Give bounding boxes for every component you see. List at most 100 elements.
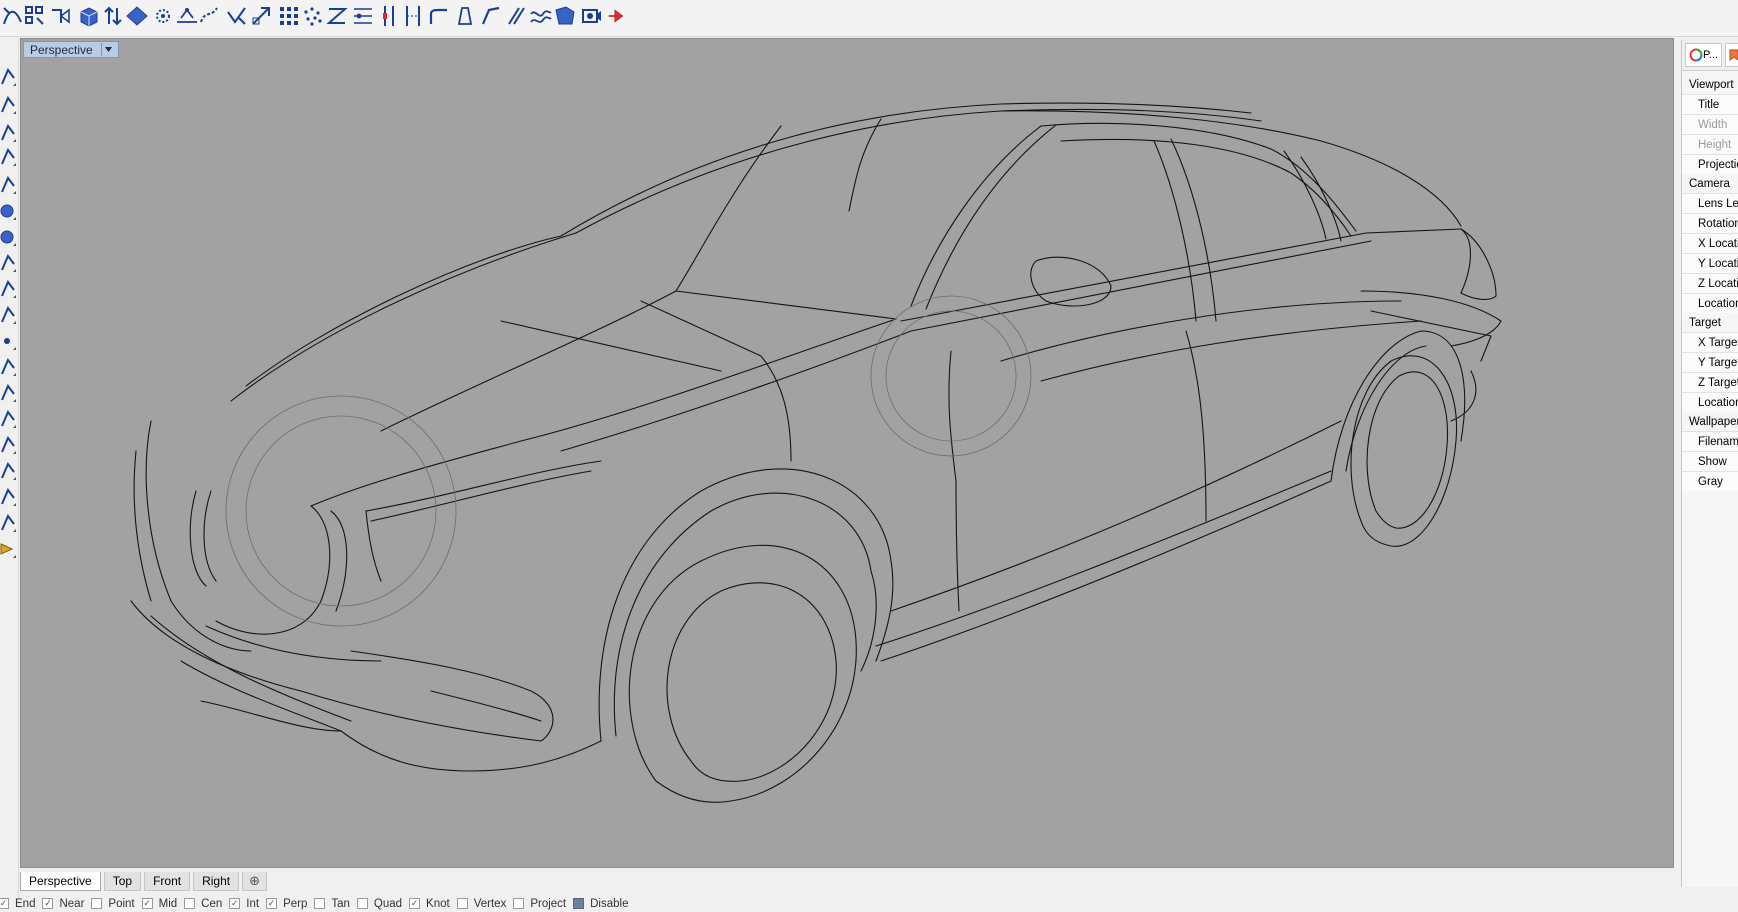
sphere-icon[interactable] — [0, 200, 16, 222]
fillet-icon[interactable] — [426, 3, 452, 29]
osnap-cen[interactable]: Cen — [184, 898, 222, 910]
arc-blend-icon[interactable] — [324, 3, 350, 29]
property-row[interactable]: Y Location — [1682, 253, 1738, 273]
trim-icon[interactable] — [224, 3, 250, 29]
layers-tab[interactable] — [1725, 43, 1738, 67]
property-row[interactable]: Title — [1682, 94, 1738, 114]
analyze-direction-icon[interactable] — [48, 3, 74, 29]
tab-right[interactable]: Right — [193, 872, 240, 891]
osnap-checkbox[interactable] — [184, 898, 196, 909]
sweep2-icon[interactable] — [504, 3, 530, 29]
osnap-checkbox[interactable] — [573, 898, 585, 909]
property-row[interactable]: X Target — [1682, 332, 1738, 352]
property-row[interactable]: Location — [1682, 392, 1738, 412]
patch-icon[interactable] — [552, 3, 578, 29]
point-icon[interactable] — [0, 66, 16, 88]
osnap-project[interactable]: Project — [513, 898, 566, 910]
osnap-label: Cen — [201, 897, 223, 910]
viewport-title-label[interactable]: Perspective — [23, 41, 119, 58]
align-icon[interactable] — [350, 3, 376, 29]
network-surface-icon[interactable] — [528, 3, 554, 29]
osnap-checkbox[interactable]: ✓ — [0, 898, 9, 909]
osnap-checkbox[interactable]: ✓ — [141, 898, 153, 909]
osnap-checkbox[interactable]: ✓ — [42, 898, 54, 909]
move-extrude-icon[interactable] — [100, 3, 126, 29]
loft-icon[interactable] — [452, 3, 478, 29]
osnap-mid[interactable]: ✓ Mid — [141, 898, 177, 910]
section-wallpaper[interactable]: Wallpaper — [1682, 412, 1738, 431]
box-solid-icon[interactable] — [76, 3, 102, 29]
dot-icon[interactable] — [0, 330, 16, 352]
properties-tab[interactable]: P... — [1685, 43, 1723, 67]
snap-icon[interactable] — [0, 486, 16, 508]
curve-icon[interactable] — [0, 174, 16, 196]
camera-target-icon[interactable] — [578, 3, 604, 29]
osnap-int[interactable]: ✓ Int — [229, 898, 259, 910]
join-icon[interactable] — [0, 408, 16, 430]
split-icon[interactable] — [0, 382, 16, 404]
osnap-checkbox[interactable] — [314, 898, 326, 909]
cone-icon[interactable] — [0, 252, 16, 274]
tab-top[interactable]: Top — [103, 872, 142, 891]
osnap-knot[interactable]: ✓ Knot — [409, 898, 450, 910]
gumball-icon[interactable] — [150, 3, 176, 29]
section-viewport[interactable]: Viewport — [1682, 75, 1738, 94]
tab-perspective[interactable]: Perspective — [20, 872, 101, 891]
car-curve — [340, 730, 602, 772]
perspective-viewport[interactable]: Perspective — [20, 38, 1674, 868]
osnap-vertex[interactable]: Vertex — [456, 898, 506, 910]
select-points-icon[interactable] — [22, 3, 48, 29]
osnap-point[interactable]: Point — [91, 898, 135, 910]
group-icon[interactable] — [0, 460, 16, 482]
tab-front[interactable]: Front — [144, 872, 191, 891]
property-row[interactable]: Filename — [1682, 431, 1738, 451]
trim-icon[interactable] — [0, 356, 16, 378]
lock-icon[interactable] — [0, 538, 16, 560]
ball-icon[interactable] — [0, 226, 16, 248]
red-arrow-icon[interactable] — [604, 3, 630, 29]
text-icon[interactable] — [0, 304, 16, 326]
osnap-checkbox[interactable] — [91, 898, 103, 909]
viewport-menu-chevron-icon[interactable] — [100, 43, 114, 56]
osnap-checkbox[interactable] — [513, 898, 525, 909]
mirror-icon[interactable] — [400, 3, 426, 29]
osnap-quad[interactable]: Quad — [356, 898, 402, 910]
osnap-end[interactable]: ✓ End — [0, 898, 35, 910]
property-row[interactable]: Gray — [1682, 471, 1738, 491]
split-curve-icon[interactable] — [196, 3, 222, 29]
osnap-disable[interactable]: Disable — [573, 898, 628, 910]
osnap-checkbox[interactable]: ✓ — [229, 898, 241, 909]
property-row[interactable]: Location — [1682, 293, 1738, 313]
osnap-near[interactable]: ✓ Near — [42, 898, 84, 910]
property-row[interactable]: Lens Length — [1682, 193, 1738, 213]
history-icon[interactable] — [0, 512, 16, 534]
rectangle-icon[interactable] — [0, 146, 16, 168]
explode-icon[interactable] — [0, 434, 16, 456]
property-row[interactable]: Projection — [1682, 154, 1738, 174]
osnap-checkbox[interactable]: ✓ — [409, 898, 421, 909]
section-camera[interactable]: Camera — [1682, 174, 1738, 193]
array-icon[interactable] — [276, 3, 302, 29]
polyline-icon[interactable] — [0, 94, 16, 116]
property-row[interactable]: Y Target — [1682, 352, 1738, 372]
circle-icon[interactable] — [0, 122, 16, 144]
add-viewport-tab-button[interactable]: ⊕ — [242, 872, 267, 891]
osnap-perp[interactable]: ✓ Perp — [266, 898, 307, 910]
property-row[interactable]: Z Location — [1682, 273, 1738, 293]
point-cloud-icon[interactable] — [300, 3, 326, 29]
section-target[interactable]: Target — [1682, 313, 1738, 332]
line-icon[interactable] — [0, 278, 16, 300]
property-row[interactable]: Rotation — [1682, 213, 1738, 233]
sweep1-icon[interactable] — [478, 3, 504, 29]
osnap-checkbox[interactable]: ✓ — [266, 898, 278, 909]
osnap-tan[interactable]: Tan — [314, 898, 350, 910]
scale-icon[interactable] — [248, 3, 274, 29]
property-row[interactable]: Show — [1682, 451, 1738, 471]
plane-surface-icon[interactable] — [124, 3, 150, 29]
property-row[interactable]: X Location — [1682, 233, 1738, 253]
car-curve — [1185, 330, 1207, 522]
property-row[interactable]: Z Target — [1682, 372, 1738, 392]
osnap-checkbox[interactable] — [456, 898, 468, 909]
extend-icon[interactable] — [376, 3, 402, 29]
osnap-checkbox[interactable] — [356, 898, 368, 909]
